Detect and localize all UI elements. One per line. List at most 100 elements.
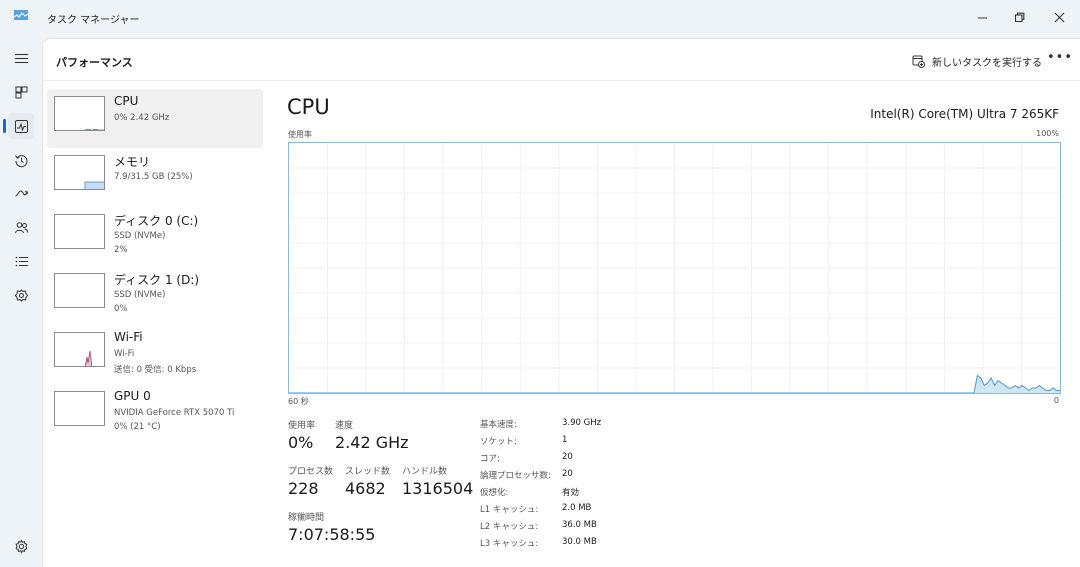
disk-1-thumbnail xyxy=(54,273,105,308)
device-name: CPU xyxy=(114,94,139,108)
graph-label-usage: 使用率 xyxy=(288,130,312,139)
run-task-icon xyxy=(912,55,925,68)
threads-value: 4682 xyxy=(345,479,386,498)
handles-label: ハンドル数 xyxy=(402,467,448,477)
device-detail: 送信: 0 受信: 0 Kbps xyxy=(114,365,197,375)
nav-users[interactable] xyxy=(8,214,34,240)
panel-header: パフォーマンス 新しいタスクを実行する ••• xyxy=(43,39,1080,81)
nav-startup-apps[interactable] xyxy=(8,180,34,206)
nav-processes[interactable] xyxy=(8,79,34,105)
startup-apps-icon xyxy=(14,189,28,196)
page-title: パフォーマンス xyxy=(56,56,133,69)
device-name: GPU 0 xyxy=(114,389,151,403)
details-icon xyxy=(15,256,28,266)
device-detail: NVIDIA GeForce RTX 5070 Ti xyxy=(114,408,235,418)
device-detail: 0% xyxy=(114,304,128,314)
minimize-icon xyxy=(977,17,987,18)
spec-value: 2.0 MB xyxy=(562,503,592,513)
device-name: メモリ xyxy=(114,155,151,169)
settings-icon xyxy=(15,539,27,553)
nav-performance[interactable] xyxy=(8,113,34,139)
device-detail: 0% (21 °C) xyxy=(114,422,161,432)
close-icon xyxy=(1054,12,1064,22)
cpu-usage-graph xyxy=(288,142,1061,394)
device-name: ディスク 0 (C:) xyxy=(114,214,199,228)
processes-icon xyxy=(15,86,27,98)
handles-value: 1316504 xyxy=(402,479,474,498)
spec-value: 有効 xyxy=(562,488,580,498)
device-name: Wi-Fi xyxy=(114,330,143,344)
spec-value: 1 xyxy=(562,435,568,445)
nav-settings[interactable] xyxy=(8,533,34,559)
graph-axis-left: 60 秒 xyxy=(288,397,309,406)
more-options-button[interactable]: ••• xyxy=(1047,51,1072,69)
spec-key: L1 キャッシュ: xyxy=(480,505,539,515)
device-item-memory[interactable]: メモリ 7.9/31.5 GB (25%) xyxy=(47,148,263,207)
device-item-disk-1[interactable]: ディスク 1 (D:) SSD (NVMe) 0% xyxy=(47,266,263,325)
nav-services[interactable] xyxy=(8,282,34,308)
run-new-task-label: 新しいタスクを実行する xyxy=(932,57,1042,69)
spec-key: L2 キャッシュ: xyxy=(480,522,539,532)
spec-value: 20 xyxy=(562,452,573,462)
restore-icon xyxy=(1014,12,1024,22)
spec-key: 仮想化: xyxy=(480,488,509,498)
device-detail: 0% 2.42 GHz xyxy=(114,113,170,123)
device-name: ディスク 1 (D:) xyxy=(114,273,200,287)
graph-axis-right: 0 xyxy=(1053,396,1059,405)
device-detail: SSD (NVMe) xyxy=(114,290,166,300)
gpu-0-thumbnail xyxy=(54,391,105,426)
run-new-task-button[interactable]: 新しいタスクを実行する xyxy=(912,52,1042,70)
cpu-thumbnail xyxy=(54,96,105,131)
processes-label: プロセス数 xyxy=(288,467,334,477)
processes-value: 228 xyxy=(288,479,319,498)
spec-key: L3 キャッシュ: xyxy=(480,539,539,549)
usage-label: 使用率 xyxy=(288,421,316,431)
app-history-icon xyxy=(14,154,27,167)
spec-value: 36.0 MB xyxy=(562,520,597,530)
device-detail: 2% xyxy=(114,245,128,255)
close-button[interactable] xyxy=(1039,0,1079,34)
navigation-rail xyxy=(0,34,42,567)
main-panel: パフォーマンス 新しいタスクを実行する ••• CPU 0% 2.42 GHz … xyxy=(42,38,1080,567)
spec-value: 20 xyxy=(562,469,573,479)
nav-details[interactable] xyxy=(8,248,34,274)
cpu-usage-graph-svg xyxy=(289,143,1060,394)
services-icon xyxy=(14,288,28,302)
device-item-wifi[interactable]: Wi-Fi Wi-Fi 送信: 0 受信: 0 Kbps xyxy=(47,325,263,384)
users-icon xyxy=(14,221,28,233)
uptime-label: 稼働時間 xyxy=(288,513,325,523)
graph-label-max: 100% xyxy=(1036,129,1059,138)
spec-key: 論理プロセッサ数: xyxy=(480,471,551,481)
device-item-gpu-0[interactable]: GPU 0 NVIDIA GeForce RTX 5070 Ti 0% (21 … xyxy=(47,384,263,443)
disk-0-thumbnail xyxy=(54,214,105,249)
spec-key: コア: xyxy=(480,454,500,464)
performance-icon xyxy=(14,119,28,133)
nav-app-history[interactable] xyxy=(8,147,34,173)
uptime-value: 7:07:58:55 xyxy=(288,525,376,544)
device-list: CPU 0% 2.42 GHz メモリ 7.9/31.5 GB (25%) ディ… xyxy=(47,89,263,443)
device-detail: SSD (NVMe) xyxy=(114,231,166,241)
speed-label: 速度 xyxy=(335,421,354,431)
hamburger-menu-icon xyxy=(14,53,28,63)
spec-value: 30.0 MB xyxy=(562,537,597,547)
spec-key: ソケット: xyxy=(480,437,517,447)
cpu-model-name: Intel(R) Core(TM) Ultra 7 265KF xyxy=(870,107,1059,121)
spec-value: 3.90 GHz xyxy=(562,418,602,428)
device-item-cpu[interactable]: CPU 0% 2.42 GHz xyxy=(47,89,263,148)
wifi-thumbnail xyxy=(54,332,105,367)
active-indicator xyxy=(3,119,6,133)
threads-label: スレッド数 xyxy=(345,467,391,477)
title-bar: タスク マネージャー xyxy=(0,0,1080,34)
minimize-button[interactable] xyxy=(962,0,1002,34)
task-manager-app-icon xyxy=(14,10,28,20)
device-item-disk-0[interactable]: ディスク 0 (C:) SSD (NVMe) 2% xyxy=(47,207,263,266)
hamburger-menu-button[interactable] xyxy=(8,45,34,71)
restore-button[interactable] xyxy=(999,0,1039,34)
spec-key: 基本速度: xyxy=(480,420,517,430)
window-title: タスク マネージャー xyxy=(47,15,140,26)
device-detail: Wi-Fi xyxy=(114,349,135,359)
memory-thumbnail xyxy=(54,155,105,190)
device-detail: 7.9/31.5 GB (25%) xyxy=(114,172,193,182)
detail-title: CPU xyxy=(287,95,330,119)
usage-value: 0% xyxy=(288,433,314,452)
